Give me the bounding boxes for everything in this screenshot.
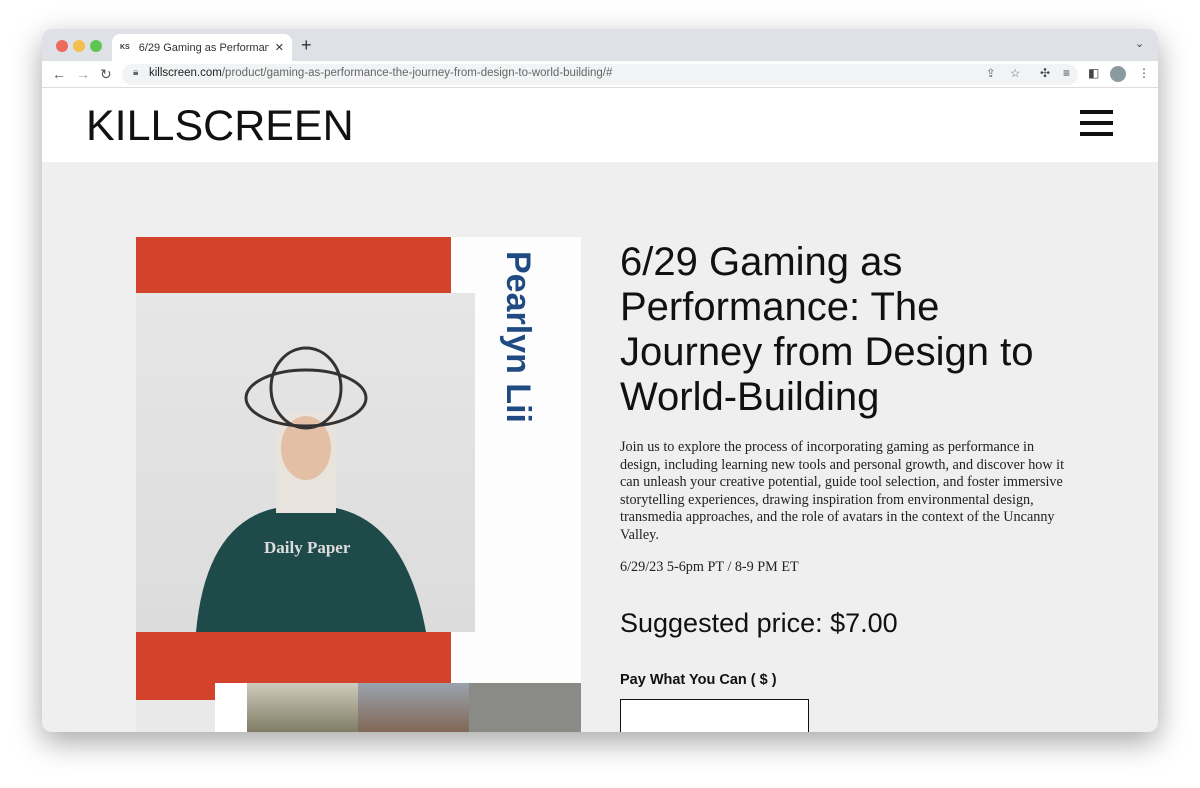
share-icon[interactable]: ⇪	[986, 66, 996, 80]
maximize-window-button[interactable]	[90, 40, 102, 52]
suggested-price: Suggested price: $7.00	[620, 608, 898, 638]
product-photo[interactable]: Daily Paper	[136, 293, 475, 632]
close-tab-icon[interactable]: ✕	[275, 41, 284, 54]
profile-avatar[interactable]	[1110, 66, 1126, 82]
forward-icon[interactable]: →	[76, 66, 90, 82]
thumbnail-0[interactable]	[136, 700, 215, 732]
side-panel-icon[interactable]: ◧	[1088, 66, 1099, 80]
close-window-button[interactable]	[56, 40, 68, 52]
url-input[interactable]: 🔒︎ killscreen.com/product/gaming-as-perf…	[122, 64, 1078, 85]
portrait-illustration: Daily Paper	[196, 346, 426, 632]
extensions-icon[interactable]: ✣	[1040, 66, 1050, 80]
tab-active[interactable]: KS 6/29 Gaming as Performance: The Journ…	[112, 34, 292, 61]
lock-icon: 🔒︎	[133, 67, 139, 78]
pwyc-label: Pay What You Can ( $ )	[620, 672, 777, 688]
new-tab-icon[interactable]: +	[301, 35, 312, 56]
media-icon[interactable]: ≡	[1063, 66, 1070, 80]
site-logo[interactable]: KILLSCREEN	[86, 102, 354, 151]
reload-icon[interactable]: ↻	[100, 66, 112, 83]
product-title: 6/29 Gaming as Performance: The Journey …	[620, 240, 1034, 419]
tab-title: 6/29 Gaming as Performance: The Journey …	[138, 41, 269, 54]
thumbnail-strip	[215, 683, 581, 732]
site-header: KILLSCREEN	[42, 88, 1158, 162]
pwyc-input[interactable]	[620, 699, 809, 732]
url-path: /product/gaming-as-performance-the-journ…	[221, 67, 613, 79]
event-date: 6/29/23 5-6pm PT / 8-9 PM ET	[620, 559, 799, 575]
red-block-top	[136, 237, 451, 293]
menu-kebab-icon[interactable]: ⋮	[1138, 66, 1150, 80]
minimize-window-button[interactable]	[73, 40, 85, 52]
thumbnail-4[interactable]	[469, 683, 581, 732]
tab-bar: KS 6/29 Gaming as Performance: The Journ…	[42, 29, 1158, 61]
address-bar-row: ← → ↻ 🔒︎ killscreen.com/product/gaming-a…	[42, 61, 1158, 88]
image-name-label: Pearlyn Lii	[499, 251, 537, 423]
bookmark-star-icon[interactable]: ☆	[1010, 66, 1020, 80]
thumbnail-2[interactable]	[247, 683, 358, 732]
back-icon[interactable]: ←	[52, 66, 66, 82]
tab-list-chevron-icon[interactable]: ⌄	[1135, 37, 1144, 50]
browser-window: KS 6/29 Gaming as Performance: The Journ…	[42, 29, 1158, 732]
favicon: KS	[120, 44, 130, 51]
product-description: Join us to explore the process of incorp…	[620, 439, 1065, 543]
hamburger-menu-icon[interactable]	[1080, 110, 1113, 143]
svg-text:Daily Paper: Daily Paper	[264, 538, 351, 557]
thumbnail-3[interactable]	[358, 683, 469, 732]
url-domain: killscreen.com	[149, 67, 222, 79]
thumbnail-1[interactable]	[215, 683, 247, 732]
